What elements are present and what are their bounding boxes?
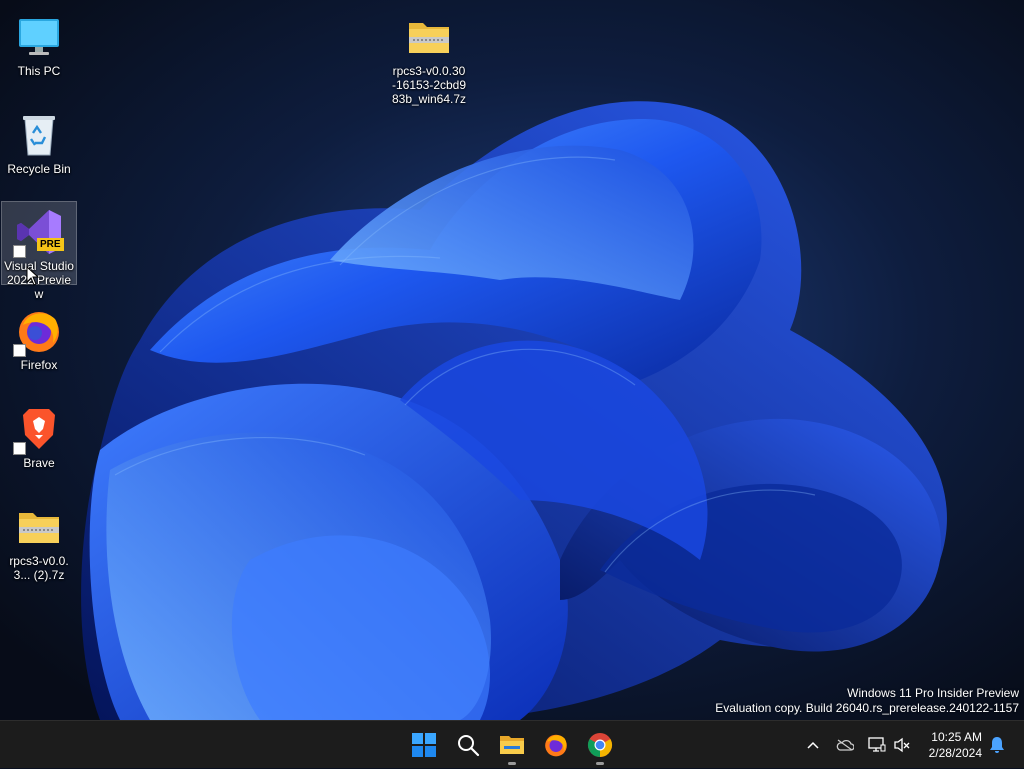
watermark-build: Evaluation copy. Build 26040.rs_prerelea… <box>715 701 1019 715</box>
desktop-icon-this-pc[interactable]: This PC <box>1 6 77 79</box>
zip-folder-icon <box>15 503 63 551</box>
firefox-icon <box>545 734 567 757</box>
brave-icon <box>13 405 63 455</box>
chevron-up-icon <box>807 741 819 749</box>
onedrive-tray-button[interactable] <box>834 721 856 769</box>
running-indicator <box>508 762 516 765</box>
start-button[interactable] <box>404 725 444 765</box>
notification-bell-icon <box>990 737 1004 753</box>
shortcut-arrow-icon <box>13 344 26 357</box>
taskbar-file-explorer[interactable] <box>492 725 532 765</box>
zip-folder-icon <box>405 13 453 61</box>
clock-time: 10:25 AM <box>931 730 982 744</box>
clock-date: 2/28/2024 <box>928 746 982 760</box>
firefox-icon <box>13 307 63 357</box>
desktop-icon-brave[interactable]: Brave <box>1 398 77 471</box>
running-indicator <box>596 762 604 765</box>
volume-muted-icon <box>894 737 910 753</box>
search-icon <box>458 735 480 757</box>
watermark-edition: Windows 11 Pro Insider Preview <box>847 686 1019 700</box>
chrome-icon <box>587 733 613 757</box>
desktop-icon-label: rpcs3-v0.0.30-16153-2cbd983b_win64.7z <box>391 64 467 106</box>
monitor-icon <box>15 13 63 61</box>
desktop-icon-rpcs3-archive[interactable]: rpcs3-v0.0.30-16153-2cbd983b_win64.7z <box>388 6 470 107</box>
shortcut-arrow-icon <box>13 245 26 258</box>
desktop-icon-firefox[interactable]: Firefox <box>1 300 77 373</box>
desktop-wallpaper[interactable] <box>0 0 1024 720</box>
onedrive-icon <box>836 739 854 751</box>
shortcut-arrow-icon <box>13 442 26 455</box>
taskbar-clock[interactable]: 10:25 AM 2/28/2024 <box>929 729 982 761</box>
evaluation-watermark: Windows 11 Pro Insider Preview Evaluatio… <box>715 686 1019 716</box>
network-icon <box>868 737 886 752</box>
mouse-cursor-icon <box>26 266 40 286</box>
desktop-icon-label: Recycle Bin <box>7 162 71 176</box>
recycle-bin-icon <box>15 111 63 159</box>
desktop-icon-label: This PC <box>17 64 61 78</box>
taskbar: 10:25 AM 2/28/2024 <box>0 720 1024 768</box>
desktop-icon-recycle-bin[interactable]: Recycle Bin <box>1 104 77 177</box>
windows-logo-icon <box>412 733 436 757</box>
taskbar-firefox[interactable] <box>536 725 576 765</box>
volume-tray-button[interactable] <box>891 721 913 769</box>
network-tray-button[interactable] <box>866 721 888 769</box>
taskbar-chrome[interactable] <box>580 725 620 765</box>
desktop-icon-label: rpcs3-v0.0.3... (2).7z <box>9 554 69 582</box>
pre-badge: PRE <box>37 238 64 251</box>
visual-studio-icon: PRE <box>13 208 64 258</box>
desktop-icon-rpcs3-archive-copy[interactable]: rpcs3-v0.0.3... (2).7z <box>1 496 77 583</box>
show-hidden-icons-button[interactable] <box>801 721 825 769</box>
notifications-button[interactable] <box>986 721 1008 769</box>
search-button[interactable] <box>448 725 488 765</box>
desktop-icon-label: Brave <box>23 456 55 470</box>
desktop-icon-label: Firefox <box>20 358 58 372</box>
folder-icon <box>500 736 524 754</box>
